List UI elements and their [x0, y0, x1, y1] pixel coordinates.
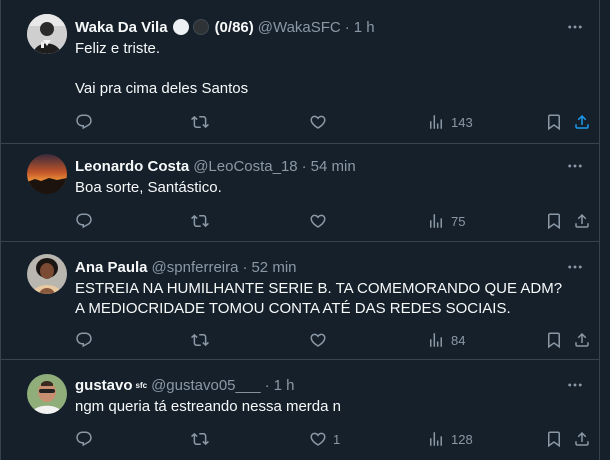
like-count: 1 [333, 431, 341, 447]
meta-separator: · [344, 18, 350, 36]
like-button[interactable] [309, 112, 333, 132]
meta-separator: · [301, 157, 307, 175]
display-name-suffix: (0/86) [214, 18, 254, 36]
reply-button[interactable] [75, 112, 93, 132]
reply-icon [75, 331, 93, 349]
tweet-header: Waka Da Vila (0/86) @WakaSFC · 1 h [75, 17, 375, 37]
avatar[interactable] [27, 374, 67, 414]
bookmark-button[interactable] [545, 211, 563, 231]
share-button[interactable] [573, 211, 591, 231]
like-button[interactable]: 1 [309, 429, 340, 449]
tweet-actions: 143 [75, 112, 591, 132]
share-button[interactable] [573, 330, 591, 350]
display-name[interactable]: gustavo [75, 377, 133, 394]
display-name[interactable]: Leonardo Costa [75, 158, 189, 175]
views-count: 75 [451, 213, 466, 229]
tweet-actions: 75 [75, 211, 591, 231]
avatar[interactable] [27, 14, 67, 54]
retweet-icon [191, 430, 209, 448]
retweet-icon [191, 212, 209, 230]
tweet-header: Ana Paula @spnferreira · 52 min [75, 257, 297, 277]
avatar[interactable] [27, 254, 67, 294]
share-icon [573, 331, 591, 349]
display-name-superscript: sfc [135, 380, 148, 390]
views-count: 84 [451, 332, 466, 348]
heart-icon [309, 430, 327, 448]
share-icon [573, 113, 591, 131]
bookmark-icon [545, 331, 563, 349]
reply-icon [75, 212, 93, 230]
handle[interactable]: @spnferreira [152, 259, 239, 276]
views-count: 143 [451, 114, 473, 130]
retweet-button[interactable] [191, 211, 209, 231]
views-button[interactable]: 75 [427, 211, 465, 231]
heart-icon [309, 113, 327, 131]
bookmark-icon [545, 430, 563, 448]
retweet-button[interactable] [191, 330, 209, 350]
bookmark-button[interactable] [545, 429, 563, 449]
display-name[interactable]: Ana Paula [75, 259, 148, 276]
tweet-header: Leonardo Costa @LeoCosta_18 · 54 min [75, 156, 356, 176]
views-chart-icon [427, 212, 445, 230]
share-icon [573, 212, 591, 230]
retweet-icon [191, 331, 209, 349]
reply-button[interactable] [75, 429, 93, 449]
tweet-text: ngm queria tá estreando nessa merda n [75, 398, 341, 415]
meta-separator: · [264, 376, 270, 394]
retweet-icon [191, 113, 209, 131]
tweet-actions: 84 [75, 330, 591, 350]
bookmark-icon [545, 113, 563, 131]
more-dots-icon[interactable] [565, 17, 585, 37]
views-chart-icon [427, 113, 445, 131]
heart-icon [309, 212, 327, 230]
timeline: Waka Da Vila (0/86) @WakaSFC · 1 h Feliz… [0, 0, 600, 460]
retweet-button[interactable] [191, 429, 209, 449]
black-circle-icon [192, 19, 209, 35]
views-button[interactable]: 143 [427, 112, 473, 132]
timestamp[interactable]: 1 h [354, 19, 375, 36]
timestamp[interactable]: 52 min [251, 259, 296, 276]
more-dots-icon[interactable] [565, 156, 585, 176]
heart-icon [309, 331, 327, 349]
like-button[interactable] [309, 211, 333, 231]
reply-icon [75, 113, 93, 131]
avatar[interactable] [27, 154, 67, 194]
tweet[interactable]: gustavo sfc @gustavo05___ · 1 h ngm quer… [1, 360, 599, 460]
handle[interactable]: @WakaSFC [258, 19, 341, 36]
views-chart-icon [427, 430, 445, 448]
tweet-text: Feliz e triste. Vai pra cima deles Santo… [75, 40, 249, 97]
handle[interactable]: @LeoCosta_18 [193, 158, 297, 175]
share-button[interactable] [573, 112, 591, 132]
handle[interactable]: @gustavo05___ [151, 377, 260, 394]
tweet[interactable]: Ana Paula @spnferreira · 52 min ESTREIA … [1, 242, 599, 360]
tweet-text: Boa sorte, Santástico. [75, 179, 222, 196]
bookmark-button[interactable] [545, 112, 563, 132]
share-button[interactable] [573, 429, 591, 449]
retweet-button[interactable] [191, 112, 209, 132]
more-dots-icon[interactable] [565, 257, 585, 277]
bookmark-button[interactable] [545, 330, 563, 350]
bookmark-icon [545, 212, 563, 230]
tweet-actions: 1 128 [75, 429, 591, 449]
like-button[interactable] [309, 330, 333, 350]
timestamp[interactable]: 54 min [311, 158, 356, 175]
display-name[interactable]: Waka Da Vila [75, 19, 168, 36]
tweet[interactable]: Waka Da Vila (0/86) @WakaSFC · 1 h Feliz… [1, 0, 599, 144]
views-button[interactable]: 84 [427, 330, 465, 350]
timestamp[interactable]: 1 h [274, 377, 295, 394]
tweet[interactable]: Leonardo Costa @LeoCosta_18 · 54 min Boa… [1, 144, 599, 242]
views-chart-icon [427, 331, 445, 349]
views-button[interactable]: 128 [427, 429, 473, 449]
white-circle-icon [172, 19, 189, 35]
reply-icon [75, 430, 93, 448]
reply-button[interactable] [75, 330, 93, 350]
tweet-text: ESTREIA NA HUMILHANTE SERIE B. TA COMEMO… [75, 280, 566, 317]
reply-button[interactable] [75, 211, 93, 231]
more-dots-icon[interactable] [565, 375, 585, 395]
share-icon [573, 430, 591, 448]
tweet-header: gustavo sfc @gustavo05___ · 1 h [75, 375, 294, 395]
meta-separator: · [242, 258, 248, 276]
views-count: 128 [451, 431, 473, 447]
